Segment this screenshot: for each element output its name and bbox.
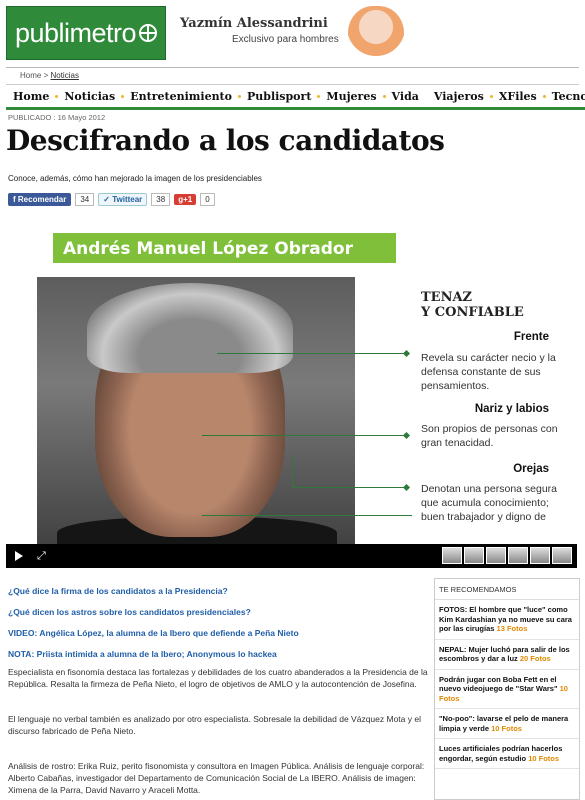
twitter-count: 38 [151, 193, 171, 206]
heading-line-2: Y CONFIABLE [421, 305, 524, 320]
photo-count: 20 Fotos [519, 654, 551, 663]
promo-banner[interactable]: Yazmín Alessandrini Exclusivo para hombr… [180, 6, 580, 66]
hair-shape [87, 283, 293, 373]
thumbnail-strip [442, 547, 572, 564]
text-orejas: Denotan una persona segura que acumula c… [421, 483, 558, 523]
sidebar-item[interactable]: Podrán jugar con Boba Fett en el nuevo v… [435, 670, 579, 709]
thumbnail[interactable] [530, 547, 550, 564]
photo-count: 10 Fotos [491, 723, 522, 733]
related-link[interactable]: ¿Qué dice la firma de los candidatos a l… [8, 586, 428, 597]
leader-arrow-nose [402, 431, 411, 440]
thumbnail[interactable] [508, 547, 528, 564]
related-link[interactable]: VIDEO: Angélica López, la alumna de la I… [8, 628, 428, 639]
logo-text: publimetro [15, 17, 137, 48]
page-title: Descifrando a los candidatos [6, 124, 445, 157]
infographic: Andrés Manuel López Obrador TENAZ Y CONF… [37, 230, 577, 544]
video-player-bar: ⤢ [6, 544, 577, 568]
leader-line-ear-v [292, 455, 293, 487]
twitter-button[interactable]: ✓ Twittear [98, 193, 148, 206]
link-text: ¿Qué dice la firma de los candidatos a l… [8, 586, 228, 596]
sidebar-title: TE RECOMENDAMOS [435, 579, 579, 600]
social-bar: f Recomendar 34 ✓ Twittear 38 g+1 0 [8, 193, 215, 206]
link-text: ¿Qué dicen los astros sobre los candidat… [8, 607, 251, 617]
link-text: Angélica López, la alumna de la Ibero qu… [39, 628, 299, 638]
label-nariz: Nariz y labios [474, 403, 549, 415]
breadcrumb-separator: > [43, 71, 49, 80]
promo-name: Yazmín Alessandrini [180, 16, 328, 31]
nav-item-xfiles[interactable]: XFiles [489, 90, 545, 103]
sidebar-item[interactable]: "No-poo": lavarse el pelo de manera limp… [435, 709, 579, 739]
nav-item-publisport[interactable]: Publisport [237, 90, 319, 103]
globe-icon [139, 24, 158, 42]
text-frente: Revela su carácter necio y la defensa co… [421, 352, 556, 392]
nav-item-entretenimiento[interactable]: Entretenimiento [121, 90, 240, 103]
breadcrumb-divider [6, 84, 579, 85]
twitter-label: Twittear [112, 195, 143, 204]
nav-item-viajeros[interactable]: Viajeros [427, 90, 492, 103]
infographic-heading: TENAZ Y CONFIABLE [421, 290, 524, 320]
thumbnail[interactable] [486, 547, 506, 564]
thumbnail[interactable] [442, 547, 462, 564]
label-frente: Frente [513, 331, 549, 343]
link-prefix: VIDEO: [8, 628, 38, 638]
photo-count: 10 Fotos [528, 753, 560, 763]
candidate-photo [37, 277, 355, 544]
photo-count: 13 Fotos [496, 624, 528, 633]
thumbnail[interactable] [464, 547, 484, 564]
sidebar-item[interactable]: Luces artificiales podrían hacerlos engo… [435, 739, 579, 769]
google-plus-count: 0 [200, 193, 215, 206]
publimetro-logo[interactable]: publimetro [6, 6, 166, 60]
main-nav: Home Noticias Entretenimiento Publisport… [6, 86, 585, 110]
leader-arrow-ear [402, 483, 411, 492]
header-divider [6, 67, 579, 68]
facebook-recommend-button[interactable]: f Recomendar [8, 193, 72, 206]
leader-line-forehead [217, 353, 407, 354]
promo-subtitle: Exclusivo para hombres [232, 34, 339, 45]
label-orejas: Orejas [513, 463, 549, 475]
leader-arrow-forehead [402, 349, 411, 358]
text-nariz: Son propios de personas con gran tenacid… [421, 423, 558, 449]
link-text: Priista intimida a alumna de la Ibero; A… [36, 649, 277, 659]
sidebar-item[interactable]: NEPAL: Mujer luchó para salir de los esc… [435, 640, 579, 670]
breadcrumb-noticias[interactable]: Noticias [50, 71, 78, 80]
article-paragraph: Análisis de rostro: Erika Ruiz, perito f… [8, 761, 425, 795]
twitter-icon: ✓ [103, 195, 113, 204]
related-links: ¿Qué dice la firma de los candidatos a l… [8, 586, 428, 670]
facebook-count: 34 [75, 193, 95, 206]
breadcrumb: Home > Noticias [20, 71, 79, 80]
leader-line-mouth [202, 515, 412, 516]
article-paragraph: Especialista en fisonomía destaca las fo… [8, 667, 428, 689]
nav-item-home[interactable]: Home [6, 90, 57, 103]
fullscreen-icon[interactable]: ⤢ [37, 550, 46, 563]
related-link[interactable]: ¿Qué dicen los astros sobre los candidat… [8, 607, 428, 618]
nav-item-mujeres[interactable]: Mujeres [317, 90, 384, 103]
nav-item-vida[interactable]: Vida [382, 90, 427, 103]
recommendations-sidebar: TE RECOMENDAMOS FOTOS: El hombre que "lu… [434, 578, 580, 800]
publish-date: PUBLICADO : 16 Mayo 2012 [8, 113, 106, 122]
nav-item-tecno[interactable]: Tecno [542, 90, 585, 103]
thumbnail[interactable] [552, 547, 572, 564]
heading-line-1: TENAZ [421, 290, 473, 305]
play-icon[interactable] [15, 551, 23, 561]
infographic-banner: Andrés Manuel López Obrador [53, 233, 396, 263]
article-paragraph: El lenguaje no verbal también es analiza… [8, 714, 421, 736]
google-plus-button[interactable]: g+1 [174, 194, 197, 205]
nav-item-noticias[interactable]: Noticias [55, 90, 123, 103]
link-prefix: NOTA: [8, 649, 35, 659]
leader-line-nose [202, 435, 407, 436]
promo-portrait [348, 6, 404, 66]
related-link[interactable]: NOTA: Priista intimida a alumna de la Ib… [8, 649, 428, 660]
leader-line-ear [292, 487, 407, 488]
facebook-label: Recomendar [17, 195, 67, 204]
article-subtitle: Conoce, además, cómo han mejorado la ima… [8, 174, 262, 183]
sidebar-item-text: Podrán jugar con Boba Fett en el nuevo v… [439, 674, 558, 694]
sidebar-item[interactable]: FOTOS: El hombre que "luce" como Kim Kar… [435, 600, 579, 640]
breadcrumb-home[interactable]: Home [20, 71, 41, 80]
